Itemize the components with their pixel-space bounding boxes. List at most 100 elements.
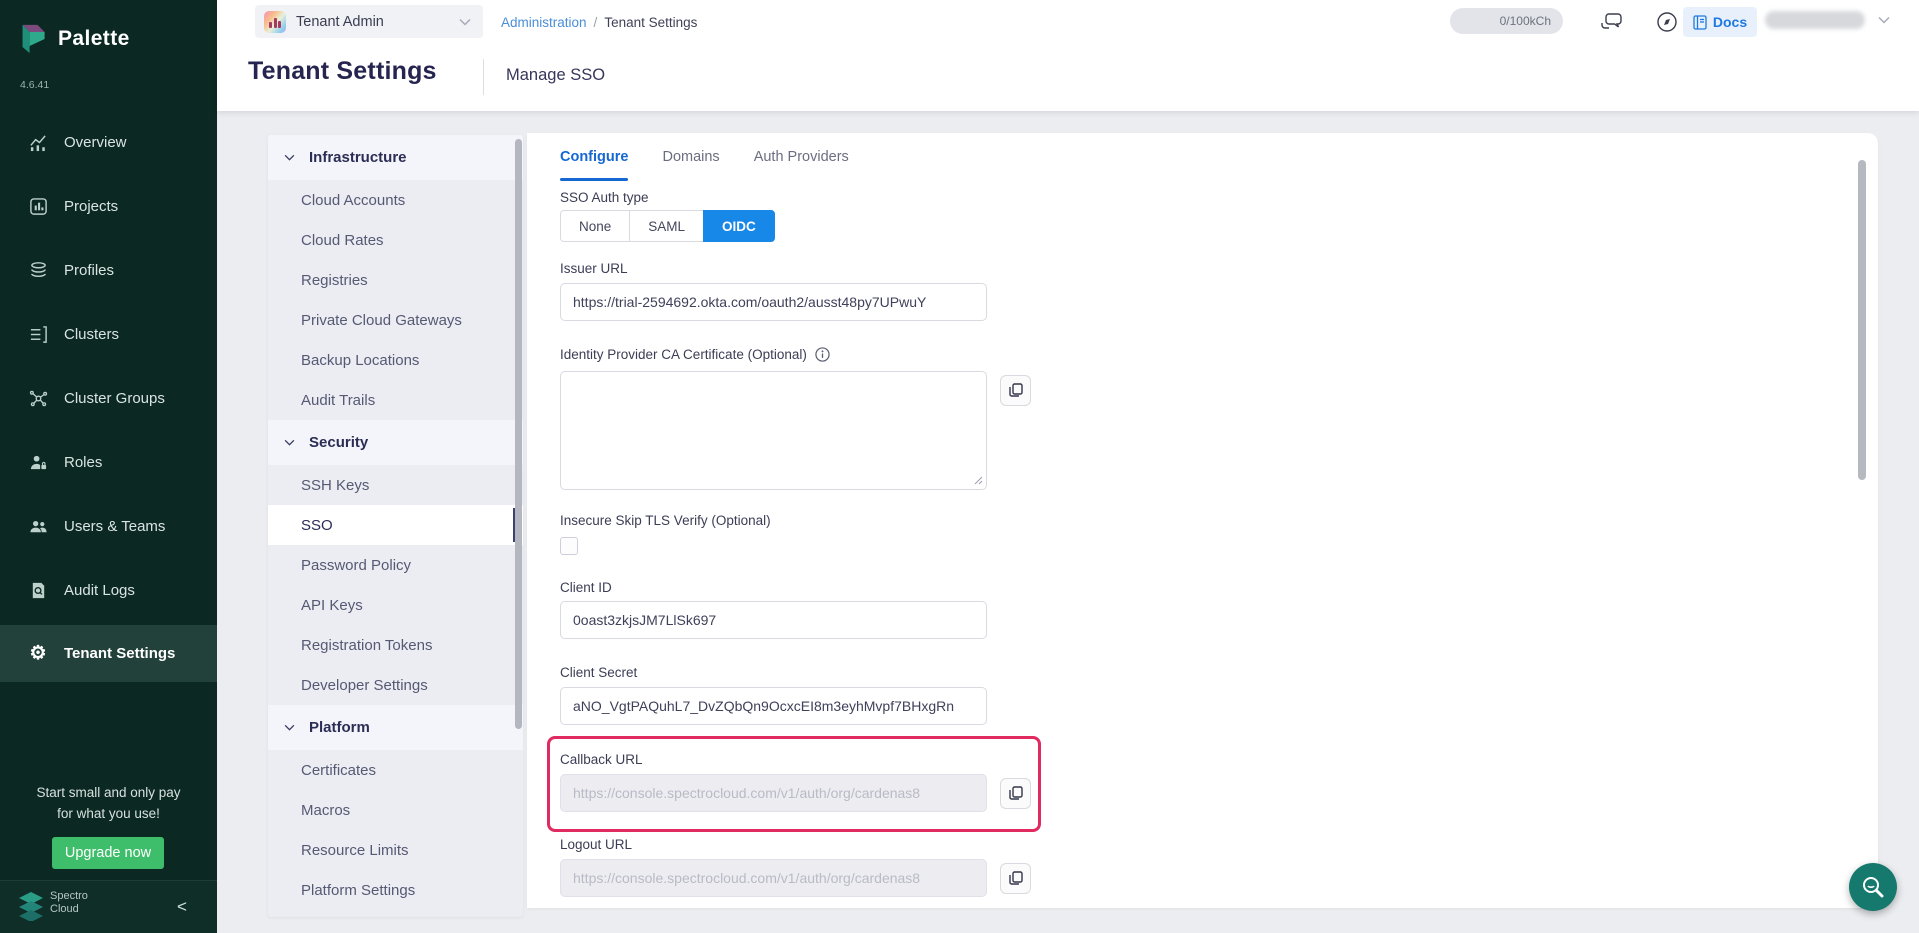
breadcrumb-administration-link[interactable]: Administration — [501, 15, 587, 30]
sidebar-item-label: Tenant Settings — [64, 645, 175, 662]
settings-menu-scrollbar[interactable] — [515, 139, 522, 729]
sidebar-item-label: Roles — [64, 454, 102, 471]
issuer-url-input[interactable] — [560, 283, 987, 321]
menu-item-registration-tokens[interactable]: Registration Tokens — [268, 625, 523, 665]
auth-type-oidc-button[interactable]: OIDC — [703, 210, 775, 242]
ca-certificate-textarea[interactable] — [560, 371, 987, 490]
spectro-cloud-logo-icon — [17, 891, 45, 921]
client-secret-input[interactable] — [560, 687, 987, 725]
info-icon[interactable] — [815, 347, 830, 362]
project-selector[interactable]: Tenant Admin — [255, 5, 483, 38]
sidebar-item-tenant-settings[interactable]: ⚙ Tenant Settings — [0, 625, 217, 682]
sidebar-item-overview[interactable]: Overview — [0, 114, 217, 171]
auth-type-none-button[interactable]: None — [560, 210, 630, 242]
roles-icon — [28, 453, 48, 473]
menu-item-api-keys[interactable]: API Keys — [268, 585, 523, 625]
chevron-down-icon — [284, 439, 295, 446]
copy-callback-url-button[interactable] — [1000, 778, 1031, 809]
feedback-chat-button[interactable] — [1598, 9, 1626, 35]
menu-item-registries[interactable]: Registries — [268, 260, 523, 300]
chevron-down-icon — [284, 724, 295, 731]
redacted-username[interactable] — [1765, 11, 1865, 29]
projects-icon — [28, 197, 48, 217]
palette-logo-icon — [19, 22, 49, 56]
client-id-input[interactable] — [560, 601, 987, 639]
user-menu-chevron-icon[interactable] — [1878, 16, 1890, 24]
tab-domains[interactable]: Domains — [662, 143, 719, 181]
sidebar-item-label: Cluster Groups — [64, 390, 165, 407]
section-security[interactable]: Security — [268, 420, 523, 465]
settings-menu: Infrastructure Cloud Accounts Cloud Rate… — [268, 135, 523, 917]
page-title: Tenant Settings — [248, 57, 437, 86]
skip-tls-label: Insecure Skip TLS Verify (Optional) — [560, 513, 771, 528]
docs-label: Docs — [1713, 14, 1747, 30]
usage-quota-pill: 0/100kCh — [1450, 8, 1563, 34]
menu-item-resource-limits[interactable]: Resource Limits — [268, 830, 523, 870]
sidebar-item-clusters[interactable]: Clusters — [0, 306, 217, 363]
chevron-down-icon — [284, 154, 295, 161]
issuer-url-label: Issuer URL — [560, 261, 628, 276]
sidebar-item-roles[interactable]: Roles — [0, 434, 217, 491]
sidebar-item-cluster-groups[interactable]: Cluster Groups — [0, 370, 217, 427]
overview-icon — [28, 133, 48, 153]
callback-url-label: Callback URL — [560, 752, 643, 767]
app-root: Palette 4.6.41 Overview Projects Profile… — [0, 0, 1919, 933]
title-divider — [483, 59, 484, 95]
menu-item-cloud-accounts[interactable]: Cloud Accounts — [268, 180, 523, 220]
menu-item-platform-settings[interactable]: Platform Settings — [268, 870, 523, 910]
sso-configure-panel: Configure Domains Auth Providers SSO Aut… — [527, 133, 1878, 908]
menu-item-audit-trails[interactable]: Audit Trails — [268, 380, 523, 420]
explore-button[interactable] — [1653, 9, 1681, 35]
profiles-icon — [28, 261, 48, 281]
auth-type-saml-button[interactable]: SAML — [629, 210, 704, 242]
help-search-fab[interactable] — [1849, 863, 1897, 911]
copy-icon — [1009, 786, 1023, 801]
sidebar-footer: Spectro Cloud < — [0, 880, 217, 933]
sidebar-item-label: Projects — [64, 198, 118, 215]
section-platform[interactable]: Platform — [268, 705, 523, 750]
sidebar-item-audit-logs[interactable]: Audit Logs — [0, 562, 217, 619]
sidebar-item-label: Users & Teams — [64, 518, 165, 535]
section-infrastructure[interactable]: Infrastructure — [268, 135, 523, 180]
sidebar-item-projects[interactable]: Projects — [0, 178, 217, 235]
menu-item-certificates[interactable]: Certificates — [268, 750, 523, 790]
content-scrollbar[interactable] — [1858, 160, 1866, 480]
breadcrumb: Administration / Tenant Settings — [501, 0, 697, 44]
spectro-cloud-wordmark: Spectro Cloud — [50, 890, 88, 916]
tab-auth-providers[interactable]: Auth Providers — [754, 143, 849, 181]
users-teams-icon — [28, 517, 48, 537]
gear-icon: ⚙ — [28, 644, 48, 664]
section-label: Security — [309, 434, 368, 451]
logout-url-input[interactable] — [560, 859, 987, 897]
upgrade-promo-text: Start small and only pay for what you us… — [0, 782, 217, 824]
skip-tls-checkbox[interactable] — [560, 537, 578, 555]
menu-item-macros[interactable]: Macros — [268, 790, 523, 830]
docs-button[interactable]: Docs — [1683, 7, 1757, 37]
upgrade-now-button[interactable]: Upgrade now — [52, 837, 164, 869]
copy-icon — [1009, 871, 1023, 886]
project-selector-label: Tenant Admin — [296, 14, 459, 30]
copy-logout-url-button[interactable] — [1000, 863, 1031, 894]
audit-logs-icon — [28, 581, 48, 601]
section-label: Infrastructure — [309, 149, 407, 166]
menu-item-private-cloud-gateways[interactable]: Private Cloud Gateways — [268, 300, 523, 340]
breadcrumb-current: Tenant Settings — [604, 15, 697, 30]
sidebar-item-label: Clusters — [64, 326, 119, 343]
tab-configure[interactable]: Configure — [560, 143, 628, 181]
cluster-groups-icon — [28, 389, 48, 409]
menu-item-sso[interactable]: SSO — [268, 505, 523, 545]
tenant-admin-icon — [264, 11, 286, 33]
sidebar-item-users-teams[interactable]: Users & Teams — [0, 498, 217, 555]
menu-item-backup-locations[interactable]: Backup Locations — [268, 340, 523, 380]
top-bar: Tenant Admin Administration / Tenant Set… — [217, 0, 1919, 111]
menu-item-ssh-keys[interactable]: SSH Keys — [268, 465, 523, 505]
sidebar-collapse-button[interactable]: < — [172, 895, 192, 919]
copy-ca-certificate-button[interactable] — [1000, 375, 1031, 406]
menu-item-developer-settings[interactable]: Developer Settings — [268, 665, 523, 705]
callback-url-input[interactable] — [560, 774, 987, 812]
sidebar-item-label: Profiles — [64, 262, 114, 279]
chevron-down-icon — [459, 18, 471, 26]
sidebar-item-profiles[interactable]: Profiles — [0, 242, 217, 299]
menu-item-password-policy[interactable]: Password Policy — [268, 545, 523, 585]
menu-item-cloud-rates[interactable]: Cloud Rates — [268, 220, 523, 260]
